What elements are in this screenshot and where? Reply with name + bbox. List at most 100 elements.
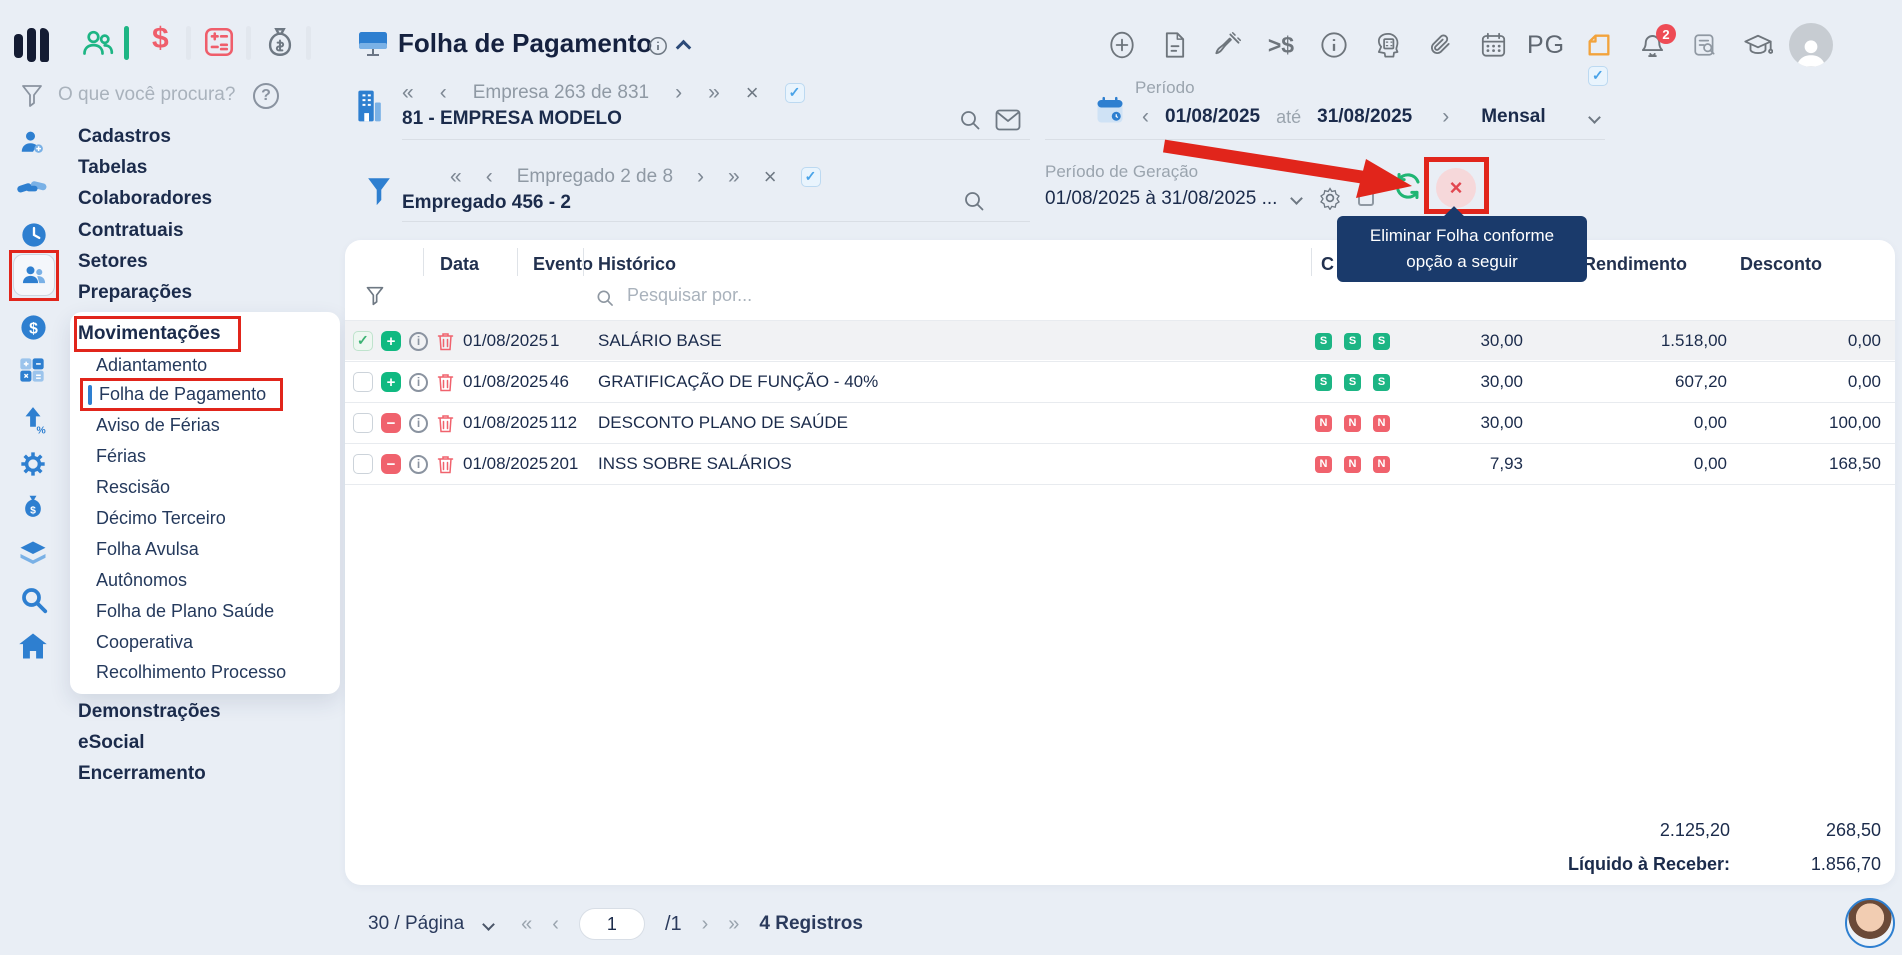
sidebar-item-colaboradores[interactable]: Colaboradores bbox=[78, 188, 212, 210]
info-icon[interactable] bbox=[1312, 31, 1356, 59]
notifications-bell-icon[interactable]: 2 bbox=[1630, 31, 1674, 59]
sidebar-item-encerramento[interactable]: Encerramento bbox=[78, 763, 206, 785]
rail-search-icon[interactable] bbox=[19, 585, 49, 615]
broom-icon[interactable] bbox=[1206, 31, 1250, 59]
eliminate-payroll-button[interactable]: × bbox=[1436, 168, 1476, 208]
collapse-header-icon[interactable] bbox=[678, 40, 689, 58]
module-moneybag-icon[interactable] bbox=[262, 22, 298, 62]
row-checkbox[interactable] bbox=[353, 331, 373, 351]
submenu-item-ferias[interactable]: Férias bbox=[96, 446, 146, 467]
sidebar-item-contratuais[interactable]: Contratuais bbox=[78, 220, 184, 242]
submenu-item-rescisao[interactable]: Rescisão bbox=[96, 477, 170, 498]
company-checkbox[interactable] bbox=[785, 83, 805, 103]
column-header-desconto[interactable]: Desconto bbox=[1740, 254, 1822, 275]
company-first-icon[interactable]: « bbox=[402, 81, 414, 105]
training-cap-icon[interactable] bbox=[1736, 31, 1780, 59]
row-trash-icon[interactable] bbox=[437, 362, 454, 402]
rail-layers-icon[interactable] bbox=[18, 540, 48, 568]
column-header-historico[interactable]: Histórico bbox=[598, 254, 676, 275]
row-info-icon[interactable]: i bbox=[409, 332, 428, 351]
table-row[interactable]: +i01/08/20251SALÁRIO BASESSS30,001.518,0… bbox=[345, 320, 1895, 360]
rail-moneybag-icon[interactable]: $ bbox=[19, 494, 47, 524]
page-size-select[interactable]: 30 / Página bbox=[368, 913, 464, 935]
submenu-item-folha-de-pagamento[interactable]: Folha de Pagamento bbox=[99, 384, 266, 405]
rail-salary-raise-icon[interactable]: % bbox=[19, 406, 47, 436]
module-finance-icon[interactable]: $ bbox=[152, 22, 169, 56]
sidebar-item-cadastros[interactable]: Cadastros bbox=[78, 126, 171, 148]
column-header-data[interactable]: Data bbox=[440, 254, 479, 275]
periodo-next-icon[interactable]: › bbox=[1442, 105, 1449, 129]
employee-first-icon[interactable]: « bbox=[450, 165, 462, 189]
employee-last-icon[interactable]: » bbox=[728, 165, 740, 189]
periodo-prev-icon[interactable]: ‹ bbox=[1142, 105, 1149, 129]
page-size-chevron-icon[interactable] bbox=[482, 918, 495, 931]
column-header-c[interactable]: C bbox=[1321, 254, 1334, 275]
pg-shortcut[interactable]: PG bbox=[1524, 31, 1568, 60]
pagination-prev-icon[interactable]: ‹ bbox=[552, 913, 559, 936]
row-checkbox[interactable] bbox=[353, 372, 373, 392]
user-avatar[interactable] bbox=[1789, 23, 1833, 67]
help-icon[interactable]: ? bbox=[253, 83, 279, 109]
sidebar-search-input[interactable] bbox=[58, 84, 248, 106]
support-chat-avatar[interactable] bbox=[1845, 898, 1895, 948]
row-checkbox[interactable] bbox=[353, 454, 373, 474]
sidebar-item-esocial[interactable]: eSocial bbox=[78, 732, 145, 754]
orange-file-icon[interactable] bbox=[1577, 31, 1621, 59]
sidebar-item-preparacoes[interactable]: Preparações bbox=[78, 282, 192, 304]
row-trash-icon[interactable] bbox=[437, 403, 454, 443]
row-info-icon[interactable]: i bbox=[409, 455, 428, 474]
current-page-input[interactable] bbox=[579, 908, 645, 940]
rail-home-icon[interactable] bbox=[18, 632, 48, 660]
sidebar-item-setores[interactable]: Setores bbox=[78, 251, 148, 273]
submenu-item-recolhimento-processo[interactable]: Recolhimento Processo bbox=[96, 662, 286, 683]
periodo-mode-select[interactable]: Mensal bbox=[1481, 106, 1545, 128]
employee-checkbox[interactable] bbox=[801, 167, 821, 187]
submenu-item-aviso-de-ferias[interactable]: Aviso de Férias bbox=[96, 415, 220, 436]
company-prev-icon[interactable]: ‹ bbox=[440, 81, 447, 105]
row-info-icon[interactable]: i bbox=[409, 414, 428, 433]
company-mail-icon[interactable] bbox=[995, 109, 1021, 131]
row-info-icon[interactable]: i bbox=[409, 373, 428, 392]
employee-search-icon[interactable] bbox=[962, 189, 986, 213]
module-calculator-icon[interactable] bbox=[202, 25, 236, 59]
column-header-rendimento[interactable]: Rendimento bbox=[1583, 254, 1687, 275]
simulation-head-icon[interactable] bbox=[1365, 31, 1409, 59]
rail-clock-icon[interactable] bbox=[20, 221, 48, 249]
paperclip-icon[interactable] bbox=[1418, 31, 1462, 59]
employee-clear-icon[interactable]: × bbox=[764, 164, 777, 190]
employee-prev-icon[interactable]: ‹ bbox=[486, 165, 493, 189]
pagination-last-icon[interactable]: » bbox=[728, 913, 739, 936]
title-info-icon[interactable] bbox=[648, 36, 668, 56]
rail-calculator-icon[interactable] bbox=[18, 356, 46, 384]
submenu-item-folha-avulsa[interactable]: Folha Avulsa bbox=[96, 539, 199, 560]
rail-employees-icon[interactable] bbox=[13, 254, 55, 296]
periodo-checkbox[interactable] bbox=[1588, 66, 1608, 86]
audit-log-icon[interactable] bbox=[1683, 31, 1727, 59]
submenu-item-autonomos[interactable]: Autônomos bbox=[96, 570, 187, 591]
submenu-item-adiantamento[interactable]: Adiantamento bbox=[96, 355, 207, 376]
table-row[interactable]: −i01/08/2025201INSS SOBRE SALÁRIOSNNN7,9… bbox=[345, 443, 1895, 483]
pagination-next-icon[interactable]: › bbox=[702, 913, 709, 936]
periodo-start-date[interactable]: 01/08/2025 bbox=[1165, 106, 1260, 128]
money-transfer-icon[interactable]: >$ bbox=[1259, 32, 1303, 59]
add-icon[interactable] bbox=[1100, 30, 1144, 60]
periodo-end-date[interactable]: 31/08/2025 bbox=[1317, 106, 1412, 128]
submenu-item-folha-de-plano-saude[interactable]: Folha de Plano Saúde bbox=[96, 601, 274, 622]
table-search-input[interactable] bbox=[627, 285, 867, 306]
sidebar-item-movimentacoes[interactable]: Movimentações bbox=[78, 323, 221, 345]
table-filter-funnel-icon[interactable] bbox=[365, 284, 385, 308]
row-trash-icon[interactable] bbox=[437, 444, 454, 484]
rail-handshake-icon[interactable] bbox=[16, 175, 50, 201]
sidebar-item-demonstracoes[interactable]: Demonstrações bbox=[78, 701, 221, 723]
table-row[interactable]: −i01/08/2025112DESCONTO PLANO DE SAÚDENN… bbox=[345, 402, 1895, 442]
table-row[interactable]: +i01/08/202546GRATIFICAÇÃO DE FUNÇÃO - 4… bbox=[345, 361, 1895, 401]
rail-payroll-icon[interactable]: $ bbox=[19, 313, 48, 342]
submenu-item-cooperativa[interactable]: Cooperativa bbox=[96, 632, 193, 653]
pagination-first-icon[interactable]: « bbox=[521, 913, 532, 936]
row-trash-icon[interactable] bbox=[437, 321, 454, 361]
sidebar-item-tabelas[interactable]: Tabelas bbox=[78, 157, 147, 179]
rail-settings-gear-icon[interactable] bbox=[19, 450, 47, 478]
document-icon[interactable] bbox=[1153, 31, 1197, 59]
company-last-icon[interactable]: » bbox=[708, 81, 720, 105]
employee-next-icon[interactable]: › bbox=[697, 165, 704, 189]
